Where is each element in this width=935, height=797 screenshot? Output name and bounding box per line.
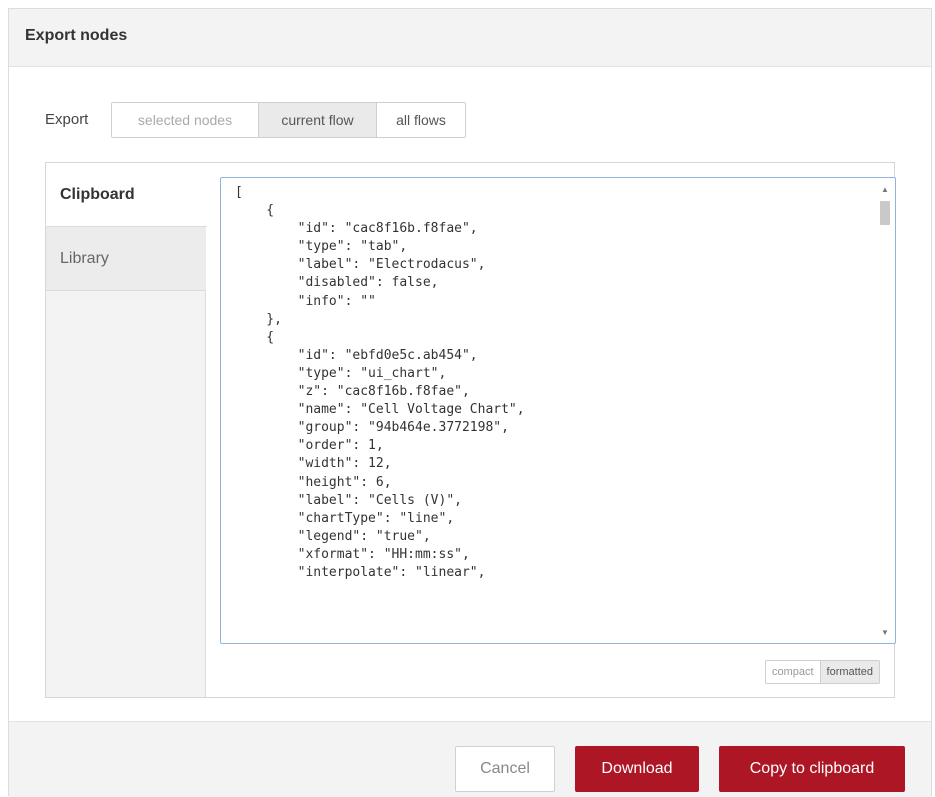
scroll-down-icon[interactable]: ▼ [876,624,894,640]
all-flows-button[interactable]: all flows [376,103,465,137]
scroll-up-icon[interactable]: ▲ [876,181,894,197]
compact-button[interactable]: compact [765,661,820,683]
tab-library[interactable]: Library [46,227,206,291]
export-json-content: [ { "id": "cac8f16b.f8fae", "type": "tab… [235,185,525,580]
export-panel: Clipboard Library [ { "id": "cac8f16b.f8… [45,162,896,698]
dialog-footer: Cancel Download Copy to clipboard [9,721,931,797]
tab-clipboard[interactable]: Clipboard [46,163,207,227]
copy-to-clipboard-button[interactable]: Copy to clipboard [719,746,905,792]
scrollbar-thumb[interactable] [880,201,890,225]
code-scrollbar[interactable]: ▲ ▼ [876,179,894,642]
cancel-button[interactable]: Cancel [455,746,555,792]
export-scope-button-group: selected nodes current flow all flows [111,102,466,138]
export-target-tabs: Clipboard Library [46,163,207,697]
selected-nodes-button: selected nodes [137,112,233,128]
export-nodes-dialog: Export nodes Export selected nodes curre… [8,8,932,797]
current-flow-button[interactable]: current flow [258,103,376,137]
download-button[interactable]: Download [575,746,699,792]
dialog-title: Export nodes [25,27,128,44]
json-format-toggle: compact formatted [764,660,880,684]
formatted-button[interactable]: formatted [819,661,879,683]
export-label: Export [45,111,89,128]
export-json-textarea[interactable]: [ { "id": "cac8f16b.f8fae", "type": "tab… [220,177,896,644]
dialog-header: Export nodes [9,9,931,67]
